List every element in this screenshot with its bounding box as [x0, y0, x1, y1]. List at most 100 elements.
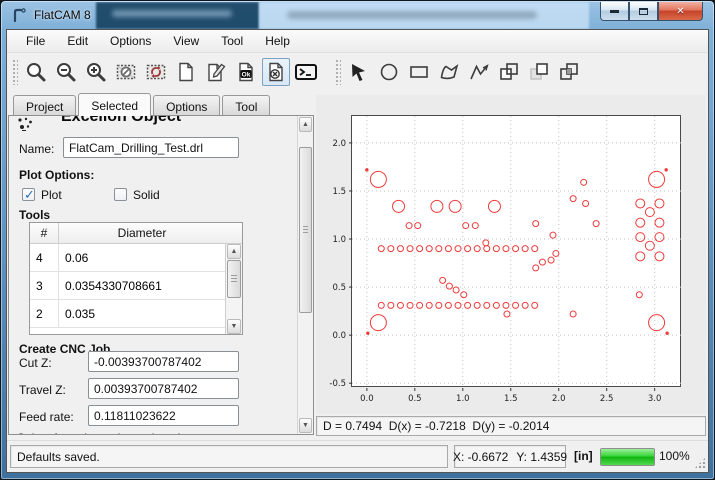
- tools-note: Select from the tools section above: [17, 431, 204, 435]
- union-button[interactable]: [495, 58, 523, 86]
- x-tick-label: 3.0: [648, 394, 662, 404]
- menu-help[interactable]: Help: [254, 31, 301, 51]
- drill-hole-marker: [532, 302, 538, 308]
- cutz-input[interactable]: [88, 351, 239, 372]
- travelz-input[interactable]: [88, 378, 239, 399]
- scrollbar-thumb[interactable]: [227, 260, 241, 298]
- table-row[interactable]: 3 0.0354330708661: [30, 272, 242, 300]
- background-window-glass: [259, 2, 589, 29]
- plot-checkbox-label[interactable]: Plot: [41, 188, 62, 202]
- tab-project[interactable]: Project: [13, 95, 76, 115]
- clear-plot-button[interactable]: [112, 58, 140, 86]
- draw-polyline-icon: [468, 61, 490, 83]
- drill-hole-marker: [533, 221, 539, 227]
- draw-polyline-button[interactable]: [465, 58, 493, 86]
- ok-file-button[interactable]: Ok: [232, 58, 260, 86]
- window-title: FlatCAM 8: [34, 8, 91, 22]
- drill-hole-marker: [426, 246, 432, 252]
- zoom-in-icon: [85, 61, 107, 83]
- toolbar-drag-handle[interactable]: [335, 59, 341, 85]
- drill-hole-marker: [636, 252, 645, 261]
- intersect-button[interactable]: [555, 58, 583, 86]
- resize-grip[interactable]: [694, 457, 706, 469]
- maximize-button[interactable]: [629, 2, 658, 21]
- panel-scrollbar[interactable]: ▲ ▼: [297, 116, 313, 434]
- zoom-out-icon: [55, 61, 77, 83]
- edit-file-button[interactable]: [202, 58, 230, 86]
- edit-file-icon: [205, 61, 227, 83]
- drill-hole-marker: [455, 302, 461, 308]
- drill-hole-marker: [488, 200, 500, 212]
- drill-hole-marker: [665, 169, 667, 171]
- drill-hole-marker: [415, 223, 421, 229]
- table-row[interactable]: 4 0.06: [30, 244, 242, 272]
- table-scrollbar[interactable]: ▲ ▼: [225, 244, 242, 334]
- units-indicator: [in]: [574, 449, 593, 463]
- toolbar-drag-handle[interactable]: [12, 59, 18, 85]
- subtract-button[interactable]: [525, 58, 553, 86]
- col-header-number[interactable]: #: [30, 223, 59, 243]
- plot-axes[interactable]: 0.00.51.01.52.02.53.0-0.50.00.51.01.52.0: [351, 115, 681, 387]
- zoom-out-button[interactable]: [52, 58, 80, 86]
- draw-rectangle-button[interactable]: [405, 58, 433, 86]
- plot-canvas[interactable]: 0.00.51.01.52.02.53.0-0.50.00.51.01.52.0: [316, 95, 706, 414]
- tab-tool[interactable]: Tool: [222, 95, 270, 115]
- drill-hole-marker: [436, 246, 442, 252]
- draw-circle-button[interactable]: [375, 58, 403, 86]
- table-row[interactable]: 2 0.035: [30, 300, 242, 328]
- draw-polygon-button[interactable]: [435, 58, 463, 86]
- plot-checkbox[interactable]: ✓: [22, 188, 35, 201]
- panel-title: Excellon Object: [61, 115, 181, 126]
- drill-hole-marker: [474, 302, 480, 308]
- new-file-button[interactable]: [172, 58, 200, 86]
- drill-hole-marker: [570, 196, 576, 202]
- drill-hole-marker: [483, 240, 489, 246]
- zoom-fit-button[interactable]: [22, 58, 50, 86]
- menu-view[interactable]: View: [162, 31, 210, 51]
- progress-bar: [600, 448, 655, 466]
- drill-hole-marker: [553, 250, 559, 256]
- scroll-up-arrow[interactable]: ▲: [299, 117, 312, 132]
- drill-hole-marker: [463, 223, 469, 229]
- feedrate-label: Feed rate:: [19, 410, 74, 424]
- drill-hole-marker: [378, 302, 384, 308]
- menu-bar: File Edit Options View Tool Help: [7, 30, 708, 53]
- drill-hole-marker: [532, 246, 538, 252]
- solid-checkbox-label[interactable]: Solid: [133, 188, 160, 202]
- drill-hole-marker: [461, 292, 467, 298]
- status-bar: Defaults saved. X: -0.6672 Y: 1.4359 [in…: [7, 440, 708, 472]
- x-tick-label: 2.5: [600, 394, 614, 404]
- scroll-up-arrow[interactable]: ▲: [227, 244, 241, 259]
- drill-hole-marker: [636, 218, 645, 227]
- scrollbar-thumb[interactable]: [299, 147, 312, 313]
- drill-hole-marker: [397, 246, 403, 252]
- minimize-button[interactable]: [600, 2, 629, 21]
- status-message: Defaults saved.: [10, 445, 448, 468]
- title-bar[interactable]: FlatCAM 8 ✕: [2, 2, 713, 29]
- scroll-down-arrow[interactable]: ▼: [299, 418, 312, 433]
- feedrate-input[interactable]: [88, 405, 239, 426]
- menu-tool[interactable]: Tool: [210, 31, 254, 51]
- close-button[interactable]: ✕: [658, 2, 703, 21]
- drill-hole-marker: [465, 246, 471, 252]
- menu-options[interactable]: Options: [99, 31, 162, 51]
- zoom-in-button[interactable]: [82, 58, 110, 86]
- name-input[interactable]: [63, 137, 239, 158]
- drill-hole-marker: [446, 283, 452, 289]
- col-header-diameter[interactable]: Diameter: [59, 223, 225, 243]
- drill-hole-marker: [593, 221, 599, 227]
- menu-edit[interactable]: Edit: [56, 31, 99, 51]
- cancel-file-button[interactable]: [262, 58, 290, 86]
- tab-selected[interactable]: Selected: [78, 93, 151, 116]
- shell-button[interactable]: [292, 58, 320, 86]
- drill-hole-marker: [655, 233, 664, 242]
- tab-bar: Project Selected Options Tool: [13, 93, 272, 115]
- replot-button[interactable]: [142, 58, 170, 86]
- excellon-object-icon: [17, 117, 33, 133]
- menu-file[interactable]: File: [15, 31, 56, 51]
- tab-options[interactable]: Options: [153, 95, 220, 115]
- drill-hole-marker: [436, 302, 442, 308]
- solid-checkbox[interactable]: ✓: [114, 188, 127, 201]
- scroll-down-arrow[interactable]: ▼: [227, 319, 241, 334]
- select-arrow-button[interactable]: [345, 58, 373, 86]
